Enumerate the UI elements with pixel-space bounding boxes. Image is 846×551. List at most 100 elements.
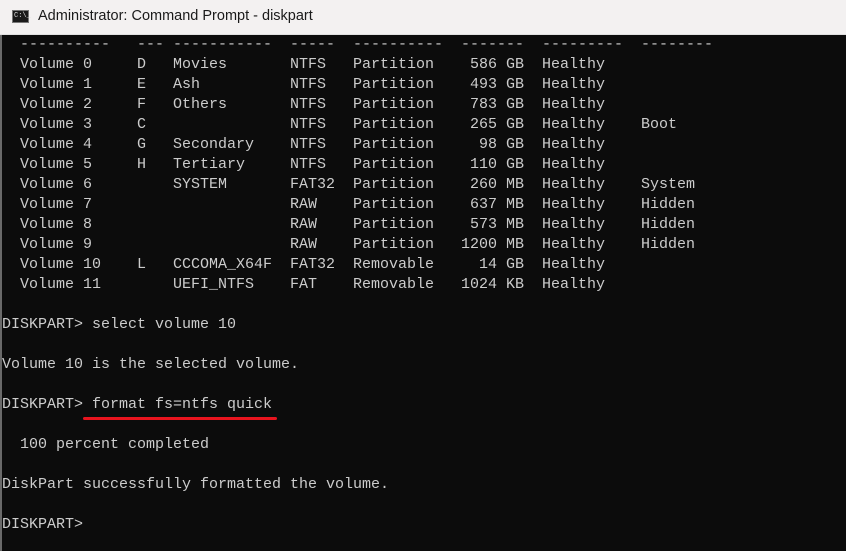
info-cell: Hidden: [641, 236, 696, 253]
filesystem-cell: RAW: [290, 216, 318, 233]
command-text: format fs=ntfs quick: [92, 396, 273, 413]
drive-letter-cell: ---: [137, 36, 165, 53]
type-cell: Partition: [353, 96, 435, 113]
size-cell: 586 GB: [469, 56, 524, 73]
output-text: Volume 10 is the selected volume.: [2, 356, 300, 373]
type-cell: Partition: [353, 116, 435, 133]
info-cell: Hidden: [641, 196, 696, 213]
filesystem-cell: NTFS: [290, 56, 327, 73]
drive-letter-cell: D: [137, 56, 147, 73]
status-cell: Healthy: [542, 236, 606, 253]
status-cell: Healthy: [542, 76, 606, 93]
status-cell: Healthy: [542, 256, 606, 273]
filesystem-cell: RAW: [290, 196, 318, 213]
type-cell: Partition: [353, 56, 435, 73]
volume-number-cell: ----------: [20, 36, 111, 53]
output-text: DiskPart successfully formatted the volu…: [2, 476, 390, 493]
volume-number-cell: Volume 0: [20, 56, 93, 73]
size-cell: 1024 KB: [461, 276, 525, 293]
type-cell: Removable: [353, 276, 435, 293]
output-text: 100 percent completed: [2, 436, 210, 453]
type-cell: Partition: [353, 236, 435, 253]
filesystem-cell: FAT32: [290, 256, 336, 273]
drive-letter-cell: L: [137, 256, 147, 273]
info-cell: --------: [641, 36, 714, 53]
prompt-line: DISKPART> select volume 10: [2, 315, 236, 335]
label-cell: SYSTEM: [173, 176, 228, 193]
label-cell: Others: [173, 96, 228, 113]
volume-number-cell: Volume 9: [20, 236, 93, 253]
drive-letter-cell: H: [137, 156, 147, 173]
info-cell: Boot: [641, 116, 678, 133]
volume-number-cell: Volume 8: [20, 216, 93, 233]
size-cell: 493 GB: [469, 76, 524, 93]
prompt: DISKPART>: [2, 396, 93, 413]
command-highlight-underline: [83, 417, 277, 420]
status-cell: ---------: [542, 36, 624, 53]
info-cell: System: [641, 176, 696, 193]
type-cell: Partition: [353, 156, 435, 173]
type-cell: Partition: [353, 176, 435, 193]
filesystem-cell: FAT32: [290, 176, 336, 193]
filesystem-cell: RAW: [290, 236, 318, 253]
status-cell: Healthy: [542, 176, 606, 193]
filesystem-cell: FAT: [290, 276, 318, 293]
prompt: DISKPART>: [2, 316, 93, 333]
cmd-icon: C:\_: [12, 10, 31, 23]
drive-letter-cell: F: [137, 96, 147, 113]
status-cell: Healthy: [542, 56, 606, 73]
drive-letter-cell: E: [137, 76, 147, 93]
type-cell: Partition: [353, 76, 435, 93]
type-cell: Partition: [353, 216, 435, 233]
console-output[interactable]: ---------- --- ----------- ----- ---------- -…: [2, 35, 846, 551]
size-cell: 1200 MB: [461, 236, 525, 253]
volume-number-cell: Volume 7: [20, 196, 93, 213]
type-cell: Removable: [353, 256, 435, 273]
filesystem-cell: NTFS: [290, 76, 327, 93]
label-cell: Ash: [173, 76, 201, 93]
volume-number-cell: Volume 1: [20, 76, 93, 93]
size-cell: -------: [461, 36, 525, 53]
output-line: 100 percent completed: [2, 435, 209, 455]
drive-letter-cell: G: [137, 136, 147, 153]
size-cell: 260 MB: [469, 176, 524, 193]
size-cell: 637 MB: [469, 196, 524, 213]
type-cell: Partition: [353, 136, 435, 153]
volume-number-cell: Volume 4: [20, 136, 93, 153]
output-line: DiskPart successfully formatted the volu…: [2, 475, 389, 495]
volume-number-cell: Volume 11: [20, 276, 102, 293]
size-cell: 14 GB: [478, 256, 524, 273]
prompt-line: DISKPART> format fs=ntfs quick: [2, 395, 272, 415]
status-cell: Healthy: [542, 136, 606, 153]
volume-number-cell: Volume 3: [20, 116, 93, 133]
filesystem-cell: NTFS: [290, 116, 327, 133]
info-cell: Hidden: [641, 216, 696, 233]
status-cell: Healthy: [542, 116, 606, 133]
label-cell: Tertiary: [173, 156, 246, 173]
output-line: Volume 10 is the selected volume.: [2, 355, 299, 375]
volume-number-cell: Volume 5: [20, 156, 93, 173]
status-cell: Healthy: [542, 216, 606, 233]
type-cell: Partition: [353, 196, 435, 213]
type-cell: ----------: [353, 36, 444, 53]
volume-number-cell: Volume 10: [20, 256, 102, 273]
label-cell: Movies: [173, 56, 228, 73]
window-title: Administrator: Command Prompt - diskpart: [38, 8, 313, 24]
status-cell: Healthy: [542, 196, 606, 213]
label-cell: Secondary: [173, 136, 255, 153]
label-cell: -----------: [173, 36, 273, 53]
filesystem-cell: NTFS: [290, 96, 327, 113]
drive-letter-cell: C: [137, 116, 147, 133]
title-bar: C:\_ Administrator: Command Prompt - dis…: [0, 0, 846, 35]
label-cell: UEFI_NTFS: [173, 276, 255, 293]
volume-number-cell: Volume 2: [20, 96, 93, 113]
label-cell: CCCOMA_X64F: [173, 256, 273, 273]
filesystem-cell: NTFS: [290, 156, 327, 173]
size-cell: 573 MB: [469, 216, 524, 233]
size-cell: 98 GB: [478, 136, 524, 153]
status-cell: Healthy: [542, 276, 606, 293]
prompt-line: DISKPART>: [2, 515, 83, 535]
filesystem-cell: -----: [290, 36, 336, 53]
filesystem-cell: NTFS: [290, 136, 327, 153]
prompt: DISKPART>: [2, 516, 84, 533]
